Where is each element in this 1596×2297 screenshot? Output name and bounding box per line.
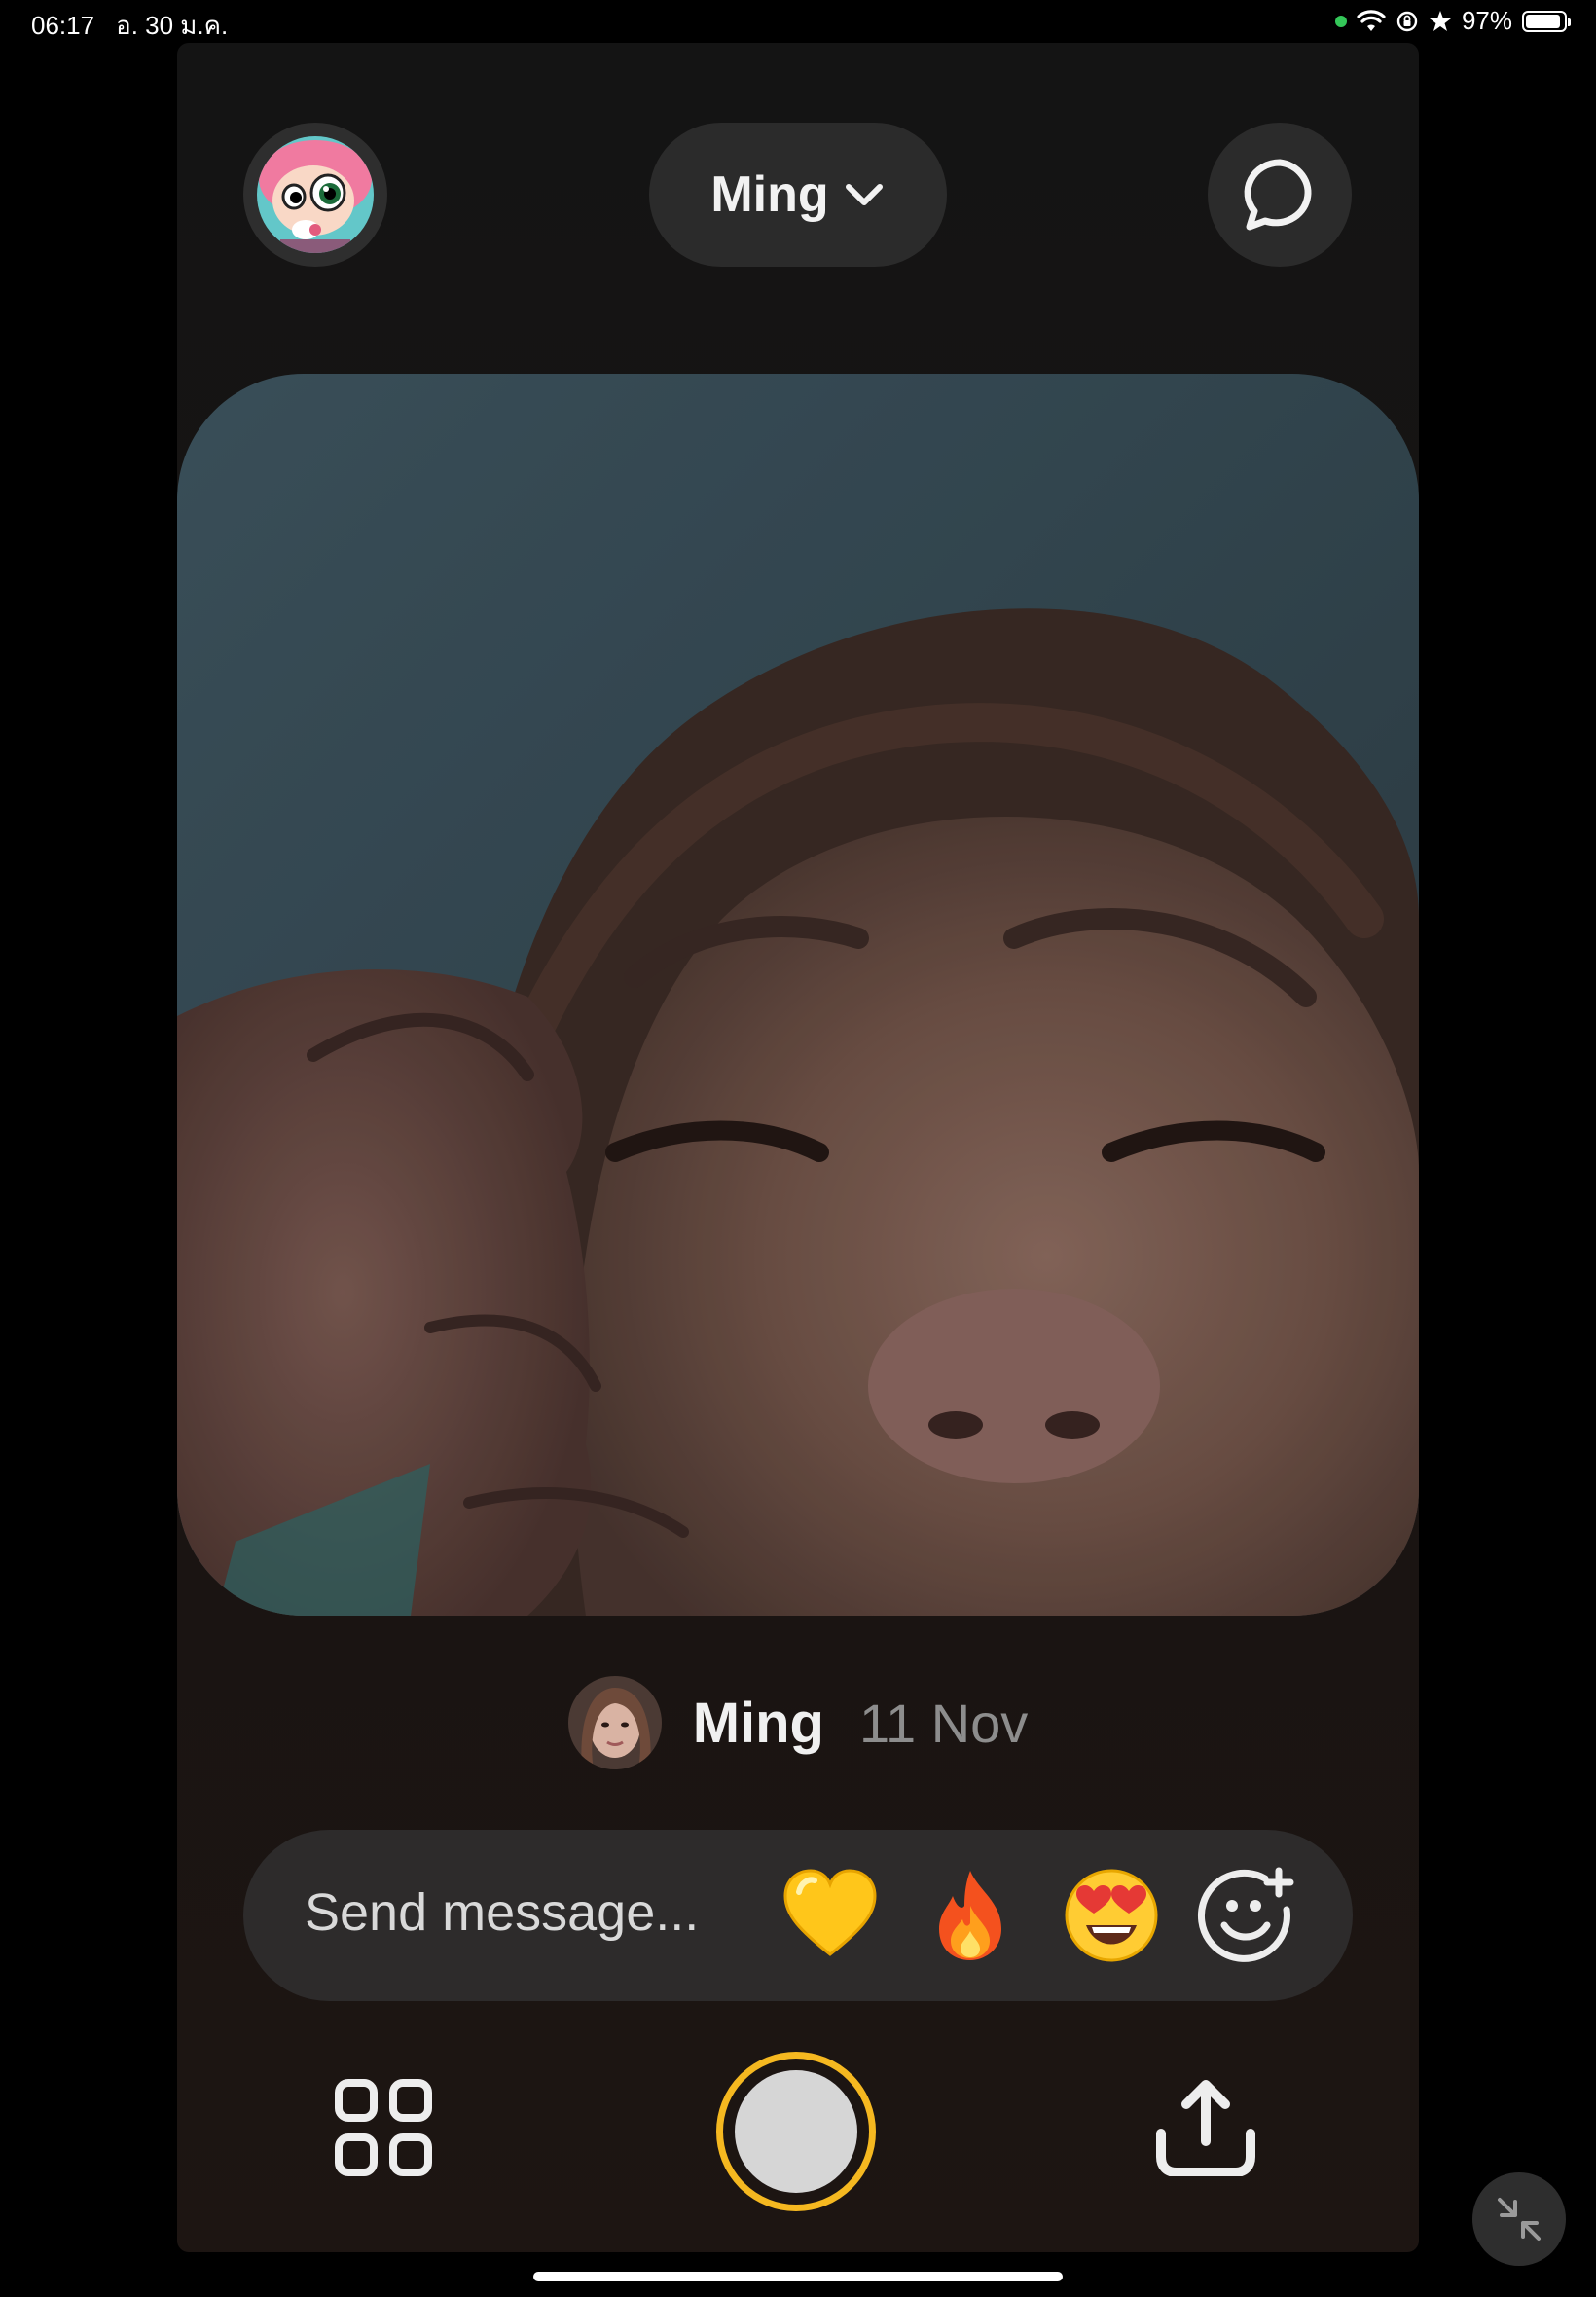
status-time: 06:17 xyxy=(31,11,95,40)
status-date: อ. 30 ม.ค. xyxy=(116,11,229,40)
post-meta: Ming 11 Nov xyxy=(177,1674,1419,1771)
friend-selector-label: Ming xyxy=(710,166,829,223)
star-icon xyxy=(1429,10,1451,31)
post-date: 11 Nov xyxy=(859,1692,1029,1754)
home-indicator[interactable] xyxy=(533,2272,1063,2281)
status-left: 06:17 อ. 30 ม.ค. xyxy=(31,6,228,46)
author-avatar[interactable] xyxy=(567,1676,662,1769)
chat-button[interactable] xyxy=(1208,123,1352,267)
battery-percentage: 97% xyxy=(1461,6,1512,35)
chat-bubble-icon xyxy=(1244,159,1312,231)
collapse-arrows-icon xyxy=(1498,2198,1541,2241)
heart-eyes-reaction-icon[interactable] xyxy=(1063,1867,1160,1964)
chevron-down-icon xyxy=(845,184,883,205)
wifi-icon xyxy=(1357,9,1386,31)
orientation-lock-icon xyxy=(1396,11,1418,31)
battery-icon xyxy=(1522,10,1571,32)
status-bar: 06:17 อ. 30 ม.ค. 97% xyxy=(0,0,1596,43)
fire-reaction-icon[interactable] xyxy=(922,1867,1019,1964)
profile-avatar xyxy=(257,136,374,253)
message-input[interactable]: Send message... xyxy=(305,1882,699,1943)
friend-selector-button[interactable]: Ming xyxy=(649,123,947,267)
profile-button[interactable] xyxy=(243,123,387,267)
share-upload-icon[interactable] xyxy=(1153,2079,1258,2176)
yellow-heart-reaction-icon[interactable] xyxy=(781,1867,879,1964)
status-right: 97% xyxy=(1334,6,1571,36)
grid-icon[interactable] xyxy=(335,2079,432,2176)
minimize-button[interactable] xyxy=(1472,2172,1566,2266)
author-name[interactable]: Ming xyxy=(693,1691,824,1756)
shared-photo[interactable] xyxy=(177,374,1419,1616)
message-bar: Send message... xyxy=(243,1830,1353,2001)
app-window: Ming Ming 11 Nov Send message... xyxy=(177,43,1419,2252)
shutter-inner xyxy=(735,2070,857,2193)
add-reaction-icon[interactable] xyxy=(1197,1867,1294,1964)
shutter-button[interactable] xyxy=(716,2052,876,2211)
camera-in-use-dot xyxy=(1334,15,1347,27)
